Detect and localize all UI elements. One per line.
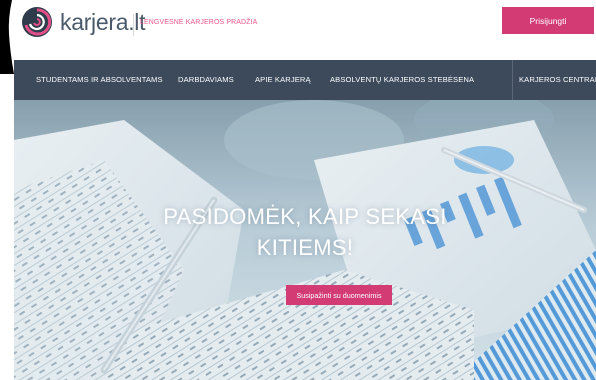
- site-header: karjera.lt LENGVESNĖ KARJEROS PRADŽIA Pr…: [0, 0, 596, 74]
- hero-title-line2: KITIEMS!: [256, 235, 354, 260]
- logo-divider: [133, 14, 134, 36]
- spiral-logo-icon: [22, 7, 52, 37]
- nav-item-students[interactable]: STUDENTAMS IR ABSOLVENTAMS: [36, 60, 163, 100]
- site-logo[interactable]: karjera.lt: [20, 4, 146, 40]
- nav-separator: [512, 60, 513, 100]
- nav-item-graduate-monitoring[interactable]: ABSOLVENTŲ KARJEROS STEBĖSENA: [330, 60, 474, 100]
- nav-item-about-career[interactable]: APIE KARJERĄ: [255, 60, 311, 100]
- explore-data-button[interactable]: Susipažinti su duomenimis: [286, 285, 392, 305]
- login-button[interactable]: Prisijungti: [502, 7, 594, 34]
- nav-item-employers[interactable]: DARBDAVIAMS: [178, 60, 234, 100]
- hero-banner: PASIDOMĖK, KAIP SEKASI KITIEMS! Susipaži…: [14, 100, 596, 380]
- brand-tagline: LENGVESNĖ KARJEROS PRADŽIA: [140, 19, 258, 26]
- main-nav: STUDENTAMS IR ABSOLVENTAMS DARBDAVIAMS A…: [14, 60, 596, 100]
- hero-title-line1: PASIDOMĖK, KAIP SEKASI: [163, 204, 447, 229]
- nav-item-career-centers[interactable]: KARJEROS CENTRAI: [519, 60, 596, 100]
